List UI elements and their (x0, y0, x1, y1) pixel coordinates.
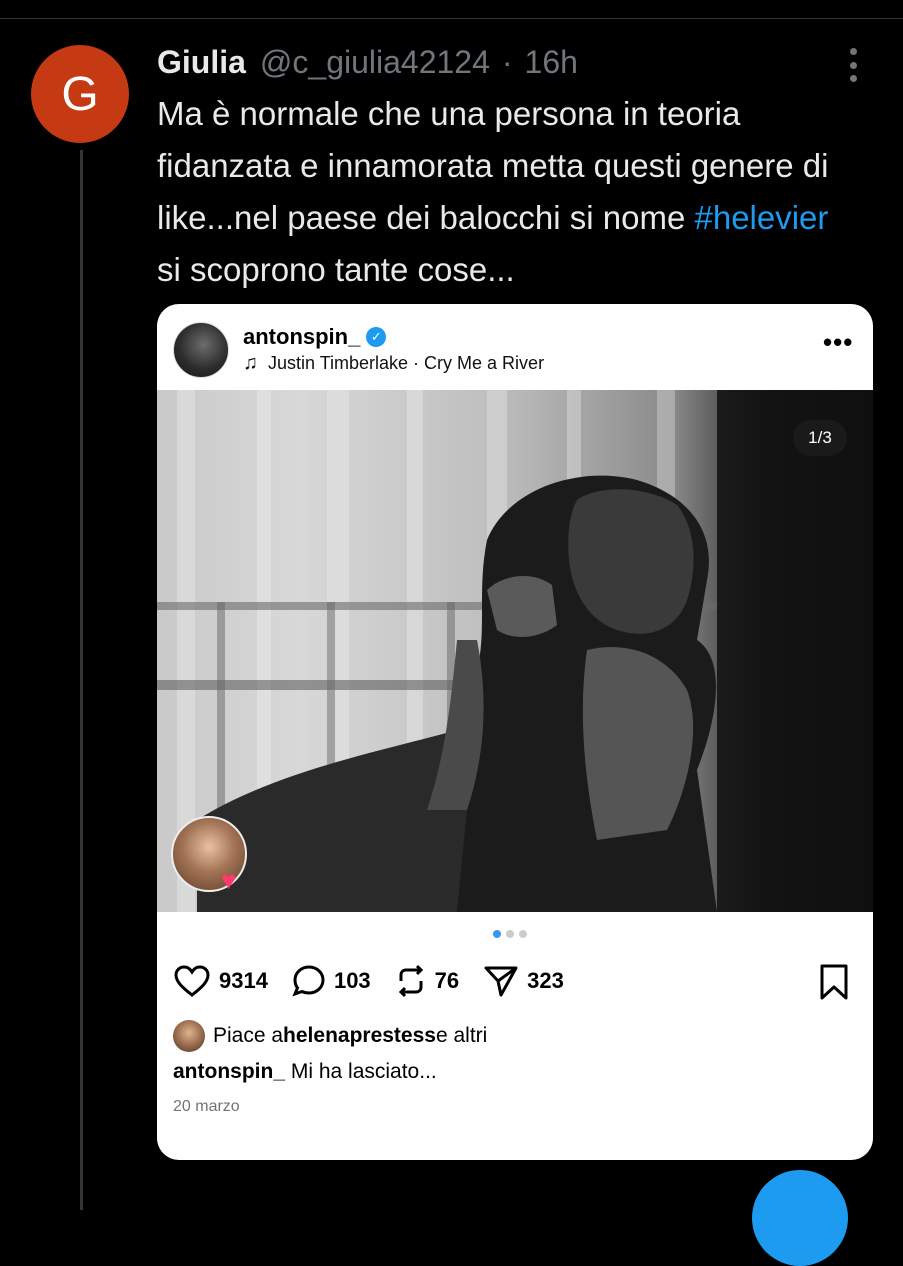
more-options-icon[interactable] (838, 48, 868, 82)
separator-dot: · (501, 43, 513, 80)
caption-text: Mi ha lasciato... (285, 1060, 437, 1083)
likes-count: 9314 (219, 968, 268, 993)
repost-icon (398, 964, 423, 998)
repost-action[interactable]: 76 (395, 963, 459, 999)
carousel-dot (519, 930, 527, 938)
bookmark-icon[interactable] (817, 963, 851, 1006)
tweet-text-after: si scoprono tante cose... (157, 251, 515, 288)
ig-action-bar: 9314 103 76 323 (173, 959, 588, 1003)
compose-button[interactable] (752, 1170, 848, 1266)
avatar-letter: G (61, 67, 99, 121)
ig-more-icon: ••• (823, 327, 854, 357)
reposts-count: 76 (434, 968, 460, 993)
post-caption: antonspin_ Mi ha lasciato... (173, 1060, 437, 1084)
tweet-text: Ma è normale che una persona in teoria f… (157, 88, 857, 296)
comment-action[interactable]: 103 (292, 964, 371, 998)
hashtag-link[interactable]: #helevier (694, 199, 828, 236)
top-divider (0, 0, 903, 19)
carousel-dot-active (493, 930, 501, 938)
carousel-dot (506, 930, 514, 938)
carousel-dots (493, 930, 527, 938)
author-name[interactable]: Giulia (157, 44, 246, 81)
verified-badge-icon: ✓ (366, 327, 387, 347)
ig-music-row: ♫ Justin Timberlake · Cry Me a River (243, 352, 544, 375)
share-action[interactable]: 323 (483, 964, 564, 998)
comments-count: 103 (333, 968, 371, 993)
ig-user-avatar (173, 322, 229, 378)
heart-icon (174, 965, 210, 997)
liked-by-avatar[interactable] (173, 1020, 205, 1052)
liked-by-suffix: e altri (435, 1024, 488, 1047)
music-track: Justin Timberlake · Cry Me a River (268, 353, 545, 373)
liked-by-row: Piace a helenaprestess e altri (173, 1020, 487, 1052)
tweet-header: Giulia @c_giulia42124 · 16h (157, 40, 578, 84)
caption-username[interactable]: antonspin_ (173, 1060, 285, 1083)
author-handle[interactable]: @c_giulia42124 (260, 44, 490, 81)
like-action[interactable]: 9314 (173, 964, 268, 998)
heart-badge-icon: ♥ (221, 865, 237, 895)
send-icon (484, 966, 518, 997)
ig-username: antonspin_ (243, 324, 361, 349)
author-avatar[interactable]: G (31, 45, 129, 143)
post-photo: 1/3 ♥ (157, 390, 873, 912)
tweet-time[interactable]: 16h (525, 44, 578, 81)
liked-by-user[interactable]: helenaprestess (283, 1024, 436, 1048)
ig-username-row: antonspin_ ✓ (243, 324, 387, 350)
music-note-icon: ♫ (243, 352, 258, 374)
thread-line (80, 150, 83, 1210)
photo-scene (157, 390, 873, 912)
liked-by-prefix: Piace a (213, 1024, 284, 1047)
image-counter: 1/3 (793, 420, 847, 456)
post-date: 20 marzo (173, 1098, 240, 1115)
shares-count: 323 (527, 968, 564, 993)
comment-icon (292, 965, 325, 997)
embedded-instagram-card[interactable]: antonspin_ ✓ ♫ Justin Timberlake · Cry M… (157, 304, 873, 1160)
